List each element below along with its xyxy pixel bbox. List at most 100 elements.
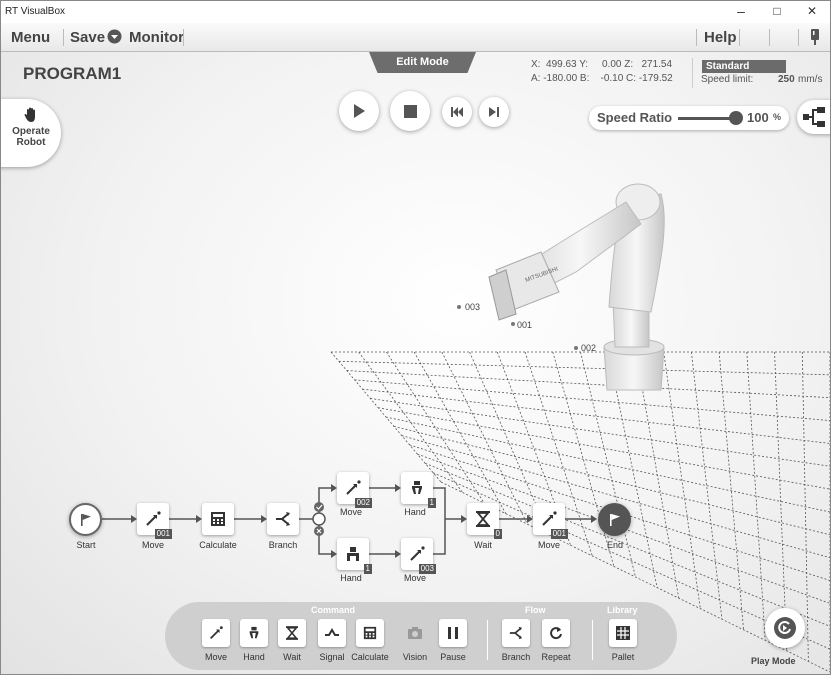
signal-icon [325, 628, 339, 636]
flow-node-hand[interactable]: 1 [337, 538, 372, 574]
stop-button[interactable] [390, 91, 430, 131]
command-group-title: Command [311, 605, 356, 615]
flow-node-start[interactable] [69, 503, 102, 536]
flow-node-move[interactable]: 001 [137, 503, 172, 539]
palette-vision-button[interactable] [401, 619, 429, 647]
3d-scene[interactable]: MITSUBISHI 003 001 002 PROGRAM1 Edit Mod… [1, 52, 830, 674]
grid-line [441, 351, 528, 525]
grid-line [378, 407, 830, 490]
save-button[interactable]: Save [70, 29, 105, 46]
gripper-icon [249, 626, 259, 639]
start-flag-icon [80, 513, 91, 526]
flow-node-label: Move [339, 507, 362, 517]
move-icon [210, 626, 223, 639]
edit-mode-tab[interactable]: Edit Mode [369, 52, 476, 73]
play-mode-icon [774, 617, 796, 639]
grid-line [362, 388, 830, 444]
menu-divider [769, 29, 770, 46]
palette-repeat-button[interactable] [542, 619, 570, 647]
move-icon [346, 480, 361, 495]
gripper-open-icon [412, 481, 422, 494]
play-icon [354, 104, 365, 118]
flow-node-hand[interactable]: 1 [401, 472, 436, 508]
flow-node-branch[interactable] [267, 503, 299, 535]
palette-divider [487, 620, 488, 660]
plug-icon[interactable] [808, 28, 822, 49]
flow-view-button[interactable] [797, 100, 830, 134]
flow-node-move[interactable]: 002 [337, 472, 372, 508]
flow-node-end[interactable] [598, 503, 631, 536]
help-button[interactable]: Help [704, 29, 737, 46]
hourglass-icon [476, 511, 490, 527]
end-flag-icon [609, 513, 620, 526]
branch-icon [509, 626, 523, 640]
speed-ratio-value: 100 [747, 110, 769, 125]
monitor-button[interactable]: Monitor [129, 29, 184, 46]
speed-ratio-unit: % [773, 112, 782, 122]
flowchart-icon [803, 107, 825, 127]
palette-hand-button[interactable] [240, 619, 268, 647]
coord-line-2: A: -180.00 B: -0.10 C: -179.52 [531, 73, 673, 84]
window-title: RT VisualBox [5, 6, 66, 17]
point-label: 001 [517, 320, 532, 330]
step-back-icon [451, 107, 463, 117]
flow-node-label: Hand [340, 573, 362, 583]
flow-group-title: Flow [525, 605, 546, 615]
palette-wait-button[interactable] [278, 619, 306, 647]
flow-node-label: Wait [474, 540, 492, 550]
flow-node-label: Move [141, 540, 164, 550]
coord-line-1: X: 499.63 Y: 0.00 Z: 271.54 [531, 59, 673, 70]
grid-line [385, 416, 830, 513]
minimize-button[interactable]: – [723, 1, 759, 23]
play-mode-button[interactable] [765, 608, 805, 648]
pause-icon [448, 627, 458, 639]
app-window: RT VisualBox – □ ✕ Menu Save Monitor Hel… [0, 0, 831, 675]
grid-line [370, 398, 830, 467]
point-badge: 001 [550, 529, 568, 539]
palette-calculate-button[interactable] [356, 619, 384, 647]
command-palette: Command Flow Library Move Hand Wait Sign… [165, 602, 677, 670]
flow-node-label: Move [537, 540, 560, 550]
point-badge: 001 [154, 529, 172, 539]
flow-node-label: Branch [268, 540, 298, 550]
flow-node-calculate[interactable] [202, 503, 234, 535]
robot-arm: MITSUBISHI [488, 183, 665, 391]
stop-icon [403, 104, 417, 118]
readout-divider [692, 58, 693, 88]
speed-ratio-control[interactable]: Speed Ratio 100 % [589, 106, 789, 130]
palette-move-button[interactable] [202, 619, 230, 647]
flow-node-move[interactable]: 001 [533, 503, 568, 539]
close-button[interactable]: ✕ [794, 1, 830, 23]
step-back-button[interactable] [442, 97, 472, 127]
speed-ratio-track[interactable] [678, 117, 736, 120]
palette-branch-button[interactable] [502, 619, 530, 647]
flow-node-wait[interactable]: 0 [467, 503, 502, 539]
play-button[interactable] [339, 91, 379, 131]
palette-signal-button[interactable] [318, 619, 346, 647]
operate-label-1: Operate [12, 126, 50, 137]
menu-divider [798, 29, 799, 46]
speed-limit-label: Speed limit: [701, 74, 754, 85]
move-icon [410, 546, 425, 561]
menu-divider [63, 29, 64, 46]
speed-ratio-thumb[interactable] [729, 111, 743, 125]
repeat-icon [550, 627, 562, 640]
menu-button[interactable]: Menu [11, 29, 50, 46]
camera-icon [408, 627, 422, 639]
speed-limit: Speed limit: 250 mm/s [701, 74, 823, 85]
palette-label: Pause [440, 652, 466, 662]
calculator-icon [211, 512, 225, 526]
maximize-button[interactable]: □ [759, 1, 795, 23]
palette-pause-button[interactable] [439, 619, 467, 647]
wait-badge: 0 [493, 529, 502, 539]
flow-node-label: Hand [404, 507, 426, 517]
speed-limit-unit: mm/s [798, 74, 823, 85]
save-dropdown-icon[interactable] [107, 29, 122, 48]
flow-node-move[interactable]: 003 [401, 538, 436, 574]
step-forward-button[interactable] [479, 97, 509, 127]
flow-node-label: Calculate [199, 540, 237, 550]
branch-icon [276, 512, 290, 526]
gripper-closed-icon [347, 547, 359, 561]
palette-pallet-button[interactable] [609, 619, 637, 647]
move-icon [542, 511, 557, 526]
